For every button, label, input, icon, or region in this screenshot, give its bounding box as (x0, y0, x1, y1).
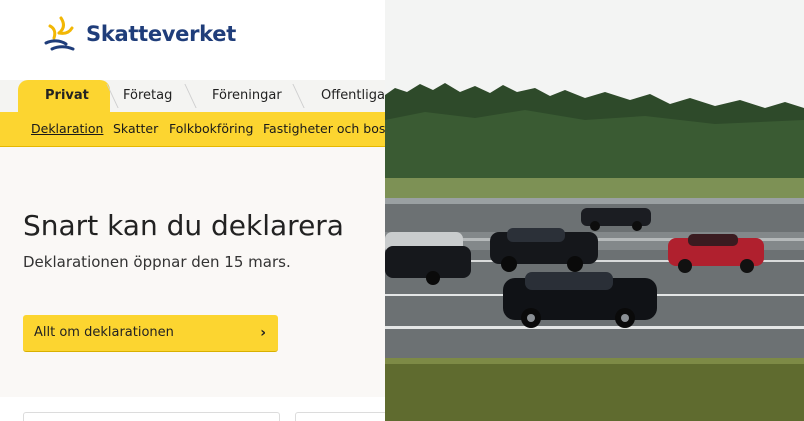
highway-photo (385, 0, 804, 421)
chevron-right-icon: › (260, 325, 266, 341)
content-card[interactable] (295, 412, 385, 421)
skatteverket-logo[interactable]: Skatteverket (42, 16, 236, 52)
nav-skatter[interactable]: Skatter (113, 112, 158, 146)
sun-logo-icon (44, 16, 75, 51)
nav-deklaration[interactable]: Deklaration (31, 112, 103, 146)
audience-tabs: Privat Företag Föreningar Offentliga (0, 80, 385, 112)
nav-fastigheter[interactable]: Fastigheter och bos (263, 112, 385, 146)
tab-offentliga[interactable]: Offentliga (321, 80, 385, 112)
section-nav: Deklaration Skatter Folkbokföring Fastig… (0, 112, 385, 147)
tab-foreningar[interactable]: Föreningar (212, 80, 282, 112)
highway-traffic-illustration (385, 0, 804, 421)
tab-divider (292, 84, 305, 108)
hero-subtitle: Deklarationen öppnar den 15 mars. (23, 253, 291, 271)
hero-banner: Snart kan du deklarera Deklarationen öpp… (0, 147, 385, 397)
cta-label: Allt om deklarationen (34, 325, 174, 340)
skatteverket-page: Skatteverket Privat Företag Föreningar O… (0, 0, 385, 421)
tab-foretag[interactable]: Företag (123, 80, 172, 112)
hero-title: Snart kan du deklarera (23, 209, 344, 242)
cta-button[interactable]: Allt om deklarationen › (23, 315, 278, 352)
tab-privat[interactable]: Privat (45, 80, 89, 112)
logo-wordmark: Skatteverket (86, 22, 236, 46)
tab-divider (184, 84, 197, 108)
nav-folkbokforing[interactable]: Folkbokföring (169, 112, 253, 146)
content-card[interactable] (23, 412, 280, 421)
